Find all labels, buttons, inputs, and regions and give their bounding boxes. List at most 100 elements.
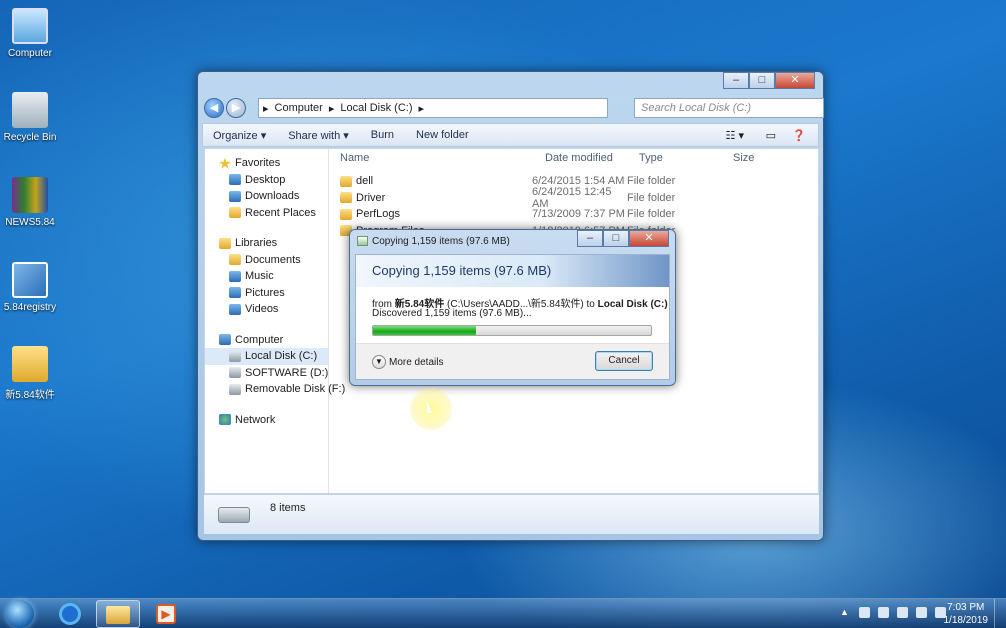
nav-computer[interactable]: Computer xyxy=(205,332,328,349)
copy-icon xyxy=(357,236,368,246)
volume-icon[interactable] xyxy=(897,607,908,618)
clock-date: 1/18/2019 xyxy=(943,615,989,626)
file-row[interactable]: dell 6/24/2015 1:54 AM File folder xyxy=(340,173,707,189)
recent-places-icon xyxy=(229,207,241,219)
nav-label: Videos xyxy=(245,303,279,316)
drive-icon: ▸ xyxy=(263,102,269,115)
folder-icon xyxy=(12,346,48,382)
nav-label: Recent Places xyxy=(245,206,316,219)
dialog-body: Copying 1,159 items (97.6 MB) from 新5.84… xyxy=(355,254,670,380)
breadcrumb-separator: ▸ xyxy=(328,102,335,115)
close-button[interactable]: ✕ xyxy=(775,72,815,89)
show-desktop-button[interactable] xyxy=(994,599,1006,628)
nav-label: Favorites xyxy=(235,157,281,170)
winrar-archive-icon xyxy=(12,177,48,213)
nav-pictures[interactable]: Pictures xyxy=(205,285,328,302)
nav-label: Pictures xyxy=(245,286,285,299)
organize-button[interactable]: Organize ▾ xyxy=(213,129,266,142)
clock[interactable]: 7:03 PM 1/18/2019 xyxy=(944,601,989,627)
media-player-icon: ▶ xyxy=(156,604,176,624)
desktop-icon-label: Recycle Bin xyxy=(3,132,57,143)
organize-label: Organize xyxy=(213,129,258,142)
breadcrumb-local-disk[interactable]: Local Disk (C:) xyxy=(340,102,412,114)
nav-documents[interactable]: Documents xyxy=(205,252,328,269)
details-pane: 8 items xyxy=(204,494,819,534)
computer-icon xyxy=(219,334,231,346)
preview-pane-icon[interactable]: ▭ xyxy=(766,129,776,142)
dialog-controls: – □ ✕ xyxy=(577,230,669,247)
downloads-icon xyxy=(229,190,241,202)
nav-videos[interactable]: Videos xyxy=(205,301,328,318)
file-row[interactable]: PerfLogs 7/13/2009 7:37 PM File folder xyxy=(340,206,707,222)
dialog-heading: Copying 1,159 items (97.6 MB) xyxy=(356,255,669,287)
column-header-date[interactable]: Date modified xyxy=(545,149,613,169)
action-center-icon[interactable] xyxy=(859,607,870,618)
start-button[interactable] xyxy=(6,600,34,628)
share-with-button[interactable]: Share with ▾ xyxy=(288,129,349,142)
address-bar[interactable]: ▸ Computer ▸ Local Disk (C:) ▸ xyxy=(258,98,608,118)
forward-button[interactable]: ▶ xyxy=(226,98,246,118)
show-hidden-icons-icon[interactable]: ▲ xyxy=(840,607,851,618)
nav-downloads[interactable]: Downloads xyxy=(205,188,328,205)
desktop-icon-registry[interactable]: 5.84registry xyxy=(0,262,60,313)
nav-local-disk-c[interactable]: Local Disk (C:) xyxy=(205,348,328,365)
file-name: dell xyxy=(356,175,374,187)
nav-favorites[interactable]: Favorites xyxy=(205,155,328,172)
device-icon[interactable] xyxy=(878,607,889,618)
minimize-button[interactable]: – xyxy=(723,72,749,89)
nav-desktop[interactable]: Desktop xyxy=(205,172,328,189)
clock-time: 7:03 PM xyxy=(947,602,985,613)
internet-explorer-icon xyxy=(59,603,81,625)
recycle-bin-icon xyxy=(12,92,48,128)
new-folder-button[interactable]: New folder xyxy=(416,129,469,141)
file-type: File folder xyxy=(627,175,676,187)
taskbar-windows-explorer[interactable] xyxy=(96,600,140,628)
view-options-icon[interactable]: ☷ ▾ xyxy=(726,129,744,142)
nav-music[interactable]: Music xyxy=(205,268,328,285)
nav-software-d[interactable]: SOFTWARE (D:) xyxy=(205,365,328,382)
item-count: 8 items xyxy=(270,502,306,514)
burn-button[interactable]: Burn xyxy=(371,129,394,141)
more-details-toggle[interactable]: ▼ More details xyxy=(372,355,443,369)
taskbar-internet-explorer[interactable] xyxy=(48,600,92,628)
removable-drive-icon xyxy=(229,383,241,395)
navigation-pane: Favorites Desktop Downloads Recent Place… xyxy=(205,149,345,493)
nav-recent-places[interactable]: Recent Places xyxy=(205,205,328,222)
network-icon xyxy=(219,414,231,426)
file-row[interactable]: Driver 6/24/2015 12:45 AM File folder xyxy=(340,186,707,210)
column-header-size[interactable]: Size xyxy=(733,149,754,169)
cancel-button[interactable]: Cancel xyxy=(595,351,653,371)
desktop-icon-recycle-bin[interactable]: Recycle Bin xyxy=(0,92,60,143)
breadcrumb-computer[interactable]: Computer xyxy=(275,102,323,114)
progress-fill xyxy=(373,326,476,335)
progress-bar xyxy=(372,325,652,336)
column-header-name[interactable]: Name xyxy=(340,149,369,169)
back-button[interactable]: ◀ xyxy=(204,98,224,118)
desktop-icon-folder[interactable]: 新5.84软件 xyxy=(0,346,60,401)
taskbar-media-player[interactable]: ▶ xyxy=(144,600,188,628)
column-header-type[interactable]: Type xyxy=(639,149,663,169)
hard-drive-icon xyxy=(229,350,241,362)
nav-network[interactable]: Network xyxy=(205,412,328,429)
language-icon[interactable] xyxy=(916,607,927,618)
search-input[interactable]: Search Local Disk (C:) xyxy=(634,98,824,118)
nav-removable-f[interactable]: Removable Disk (F:) xyxy=(205,381,345,398)
desktop-icon-news[interactable]: NEWS5.84 xyxy=(0,177,60,228)
help-icon[interactable]: ❓ xyxy=(792,129,806,142)
folder-icon xyxy=(340,175,352,187)
file-name: PerfLogs xyxy=(356,208,401,220)
nav-label: Computer xyxy=(235,333,284,346)
maximize-button[interactable]: □ xyxy=(749,72,775,89)
dialog-minimize-button[interactable]: – xyxy=(577,230,603,247)
music-icon xyxy=(229,270,241,282)
dialog-close-button[interactable]: ✕ xyxy=(629,230,669,247)
desktop-icon-label: NEWS5.84 xyxy=(5,217,55,228)
videos-icon xyxy=(229,303,241,315)
destination-name[interactable]: Local Disk (C:) xyxy=(598,299,668,310)
desktop-icon-label: 新5.84软件 xyxy=(5,390,55,401)
desktop-icon-computer[interactable]: Computer xyxy=(0,8,60,59)
nav-libraries[interactable]: Libraries xyxy=(205,235,328,252)
navigation-bar: ◀ ▶ ▸ Computer ▸ Local Disk (C:) ▸ Searc… xyxy=(204,97,824,119)
desktop-icon-label: Computer xyxy=(8,48,52,59)
nav-label: Downloads xyxy=(245,190,300,203)
